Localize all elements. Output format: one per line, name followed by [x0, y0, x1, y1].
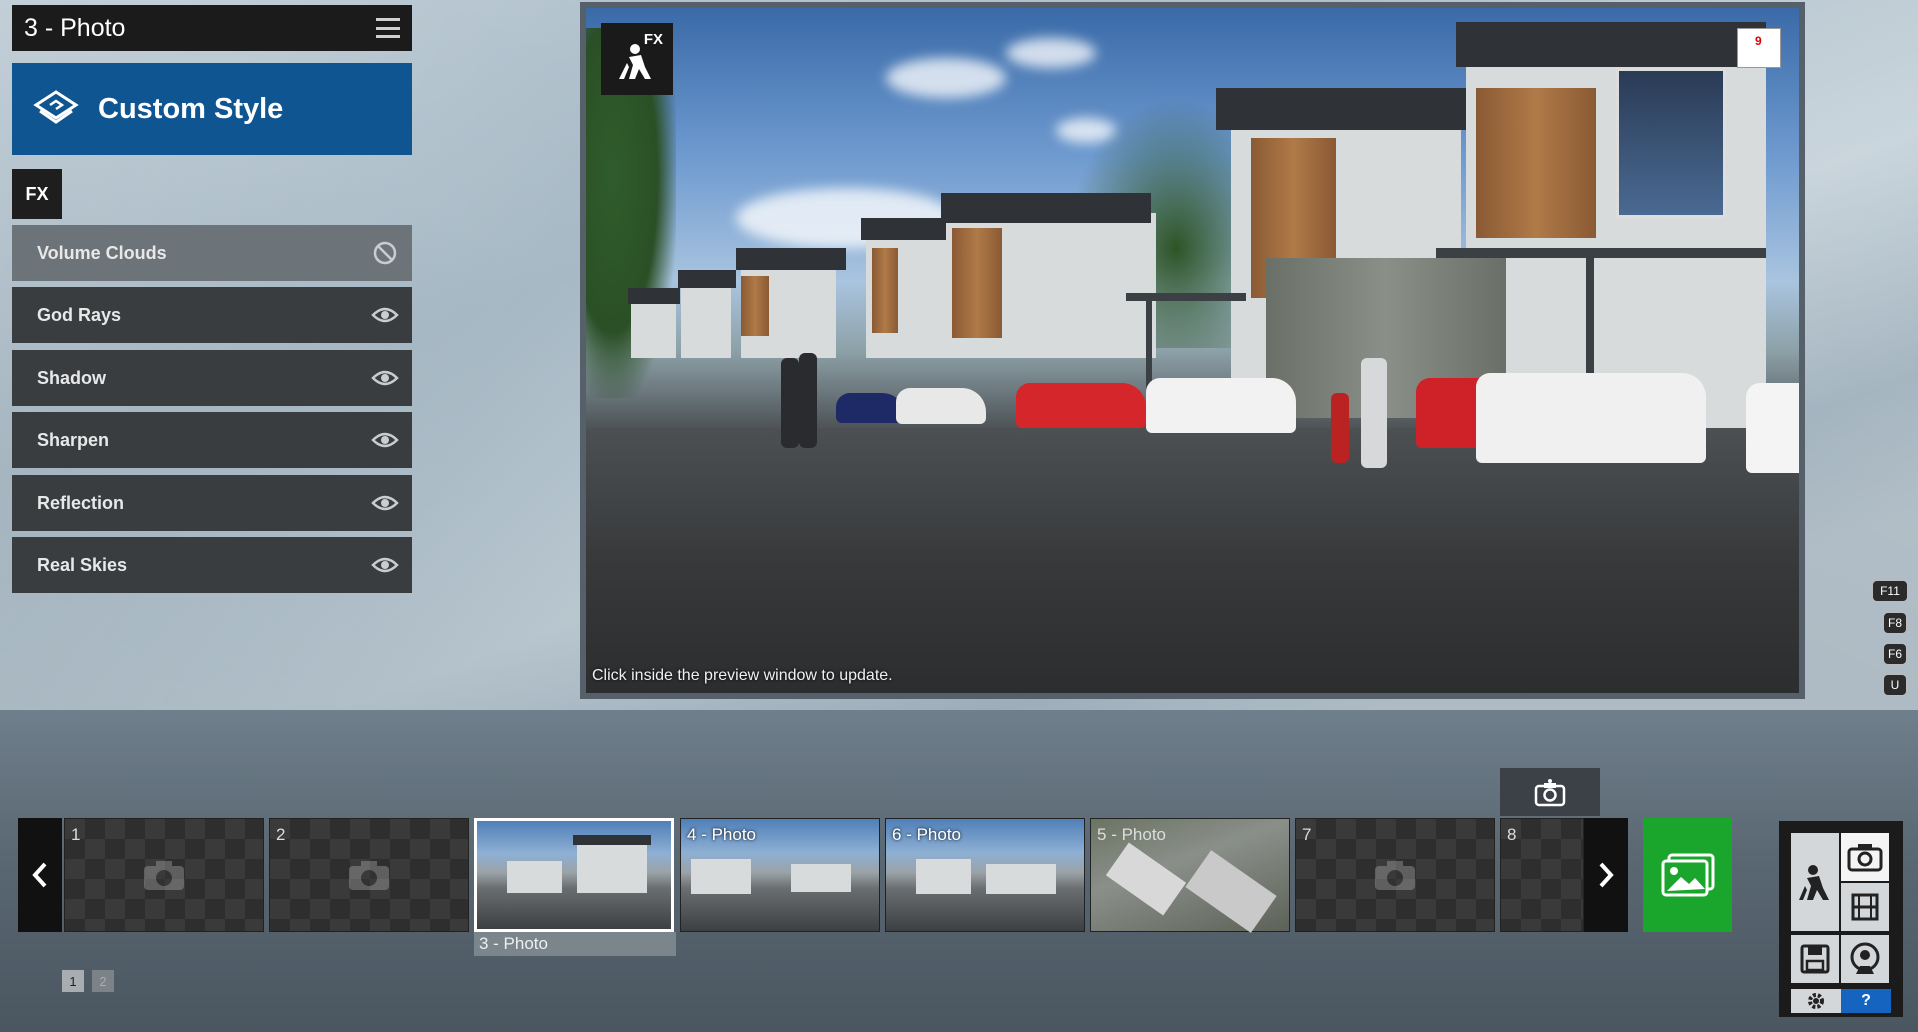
film-icon	[1851, 893, 1879, 921]
movie-mode-button[interactable]	[1841, 883, 1889, 931]
preview-frame: FX 9 Click inside the preview window to …	[580, 2, 1805, 699]
key-f6[interactable]: F6	[1883, 643, 1907, 665]
thumbnail-slot[interactable]: 1	[64, 818, 264, 932]
thumbnail-number: 5 - Photo	[1097, 825, 1167, 844]
thumbnail-number: 7	[1302, 825, 1312, 844]
eye-icon[interactable]	[371, 426, 399, 454]
fx-mode-button[interactable]: FX	[601, 23, 673, 95]
key-u[interactable]: U	[1883, 674, 1907, 696]
thumbnail-slot[interactable]: 2	[269, 818, 469, 932]
preview-hint: Click inside the preview window to updat…	[592, 667, 893, 684]
key-f8[interactable]: F8	[1883, 612, 1907, 634]
chevron-left-icon	[32, 862, 47, 888]
style-layers-icon	[33, 90, 79, 124]
key-f11[interactable]: F11	[1872, 580, 1908, 602]
capture-view-button[interactable]	[1500, 768, 1600, 816]
menu-icon[interactable]	[376, 18, 400, 38]
title-bar: 3 - Photo	[12, 5, 412, 51]
effect-label: Real Skies	[37, 554, 128, 575]
effect-sharpen[interactable]: Sharpen	[12, 412, 412, 468]
camera-icon	[144, 861, 184, 890]
thumbnail-photo-4[interactable]: 4 - Photo	[680, 818, 880, 932]
disabled-icon[interactable]	[371, 239, 399, 267]
effect-shadow[interactable]: Shadow	[12, 350, 412, 406]
eye-icon[interactable]	[371, 551, 399, 579]
prev-arrow-button[interactable]	[18, 818, 62, 932]
effect-real-skies[interactable]: Real Skies	[12, 537, 412, 593]
effect-volume-clouds[interactable]: Volume Clouds	[12, 225, 412, 281]
settings-button[interactable]	[1791, 989, 1841, 1013]
thumbnail-photo-5[interactable]: 5 - Photo	[1090, 818, 1290, 933]
style-selector-label: Custom Style	[98, 92, 284, 125]
camera-icon	[1847, 844, 1883, 872]
thumbnail-photo-3[interactable]	[474, 818, 674, 932]
photo-mode-button[interactable]	[1841, 833, 1889, 881]
panorama-mode-button[interactable]	[1841, 935, 1889, 983]
camera-icon	[349, 861, 389, 890]
effect-god-rays[interactable]: God Rays	[12, 287, 412, 343]
thumbnail-number: 2	[276, 825, 286, 844]
thumbnail-number: 1	[71, 825, 81, 844]
thumbnail-number: 4 - Photo	[687, 825, 757, 844]
style-selector-button[interactable]: Custom Style	[12, 63, 412, 155]
effect-label: Volume Clouds	[37, 242, 167, 263]
panorama-icon	[1850, 942, 1880, 974]
camera-icon	[1534, 779, 1566, 807]
fx-label: FX	[643, 31, 663, 48]
effect-label: Reflection	[37, 492, 125, 513]
eye-icon[interactable]	[371, 364, 399, 392]
eye-icon[interactable]	[371, 301, 399, 329]
page-2[interactable]: 2	[92, 970, 114, 992]
page-1[interactable]: 1	[62, 970, 84, 992]
help-button[interactable]: ?	[1841, 989, 1891, 1013]
export-image-button[interactable]	[1643, 818, 1732, 932]
effect-label: God Rays	[37, 304, 122, 325]
thumbnail-slot[interactable]: 7	[1295, 818, 1495, 932]
chevron-right-icon	[1599, 862, 1614, 888]
thumbnail-slot[interactable]: 8	[1500, 818, 1584, 932]
tab-fx[interactable]: FX	[12, 169, 62, 219]
gear-icon	[1808, 993, 1824, 1009]
selected-thumbnail-caption: 3 - Photo	[474, 932, 676, 956]
effect-label: Shadow	[37, 367, 107, 388]
image-gallery-icon	[1661, 853, 1714, 897]
render-badge[interactable]: 9	[1737, 28, 1781, 68]
thumbnail-number: 6 - Photo	[892, 825, 962, 844]
preview-window[interactable]: FX 9 Click inside the preview window to …	[586, 8, 1799, 693]
next-arrow-button[interactable]	[1584, 818, 1628, 932]
effect-reflection[interactable]: Reflection	[12, 475, 412, 531]
worker-icon	[1799, 865, 1829, 900]
fx-editor-button[interactable]	[1791, 833, 1839, 931]
effect-label: Sharpen	[37, 429, 110, 450]
road	[586, 428, 1799, 693]
page-title: 3 - Photo	[24, 13, 126, 42]
save-button[interactable]	[1791, 935, 1839, 983]
render-badge-text: 9	[1755, 34, 1762, 48]
camera-icon	[1375, 861, 1415, 890]
save-icon	[1800, 944, 1830, 974]
mode-panel: ?	[1779, 821, 1903, 1017]
thumbnail-photo-6[interactable]: 6 - Photo	[885, 818, 1085, 932]
thumbnail-number: 8	[1507, 825, 1517, 844]
eye-icon[interactable]	[371, 489, 399, 517]
